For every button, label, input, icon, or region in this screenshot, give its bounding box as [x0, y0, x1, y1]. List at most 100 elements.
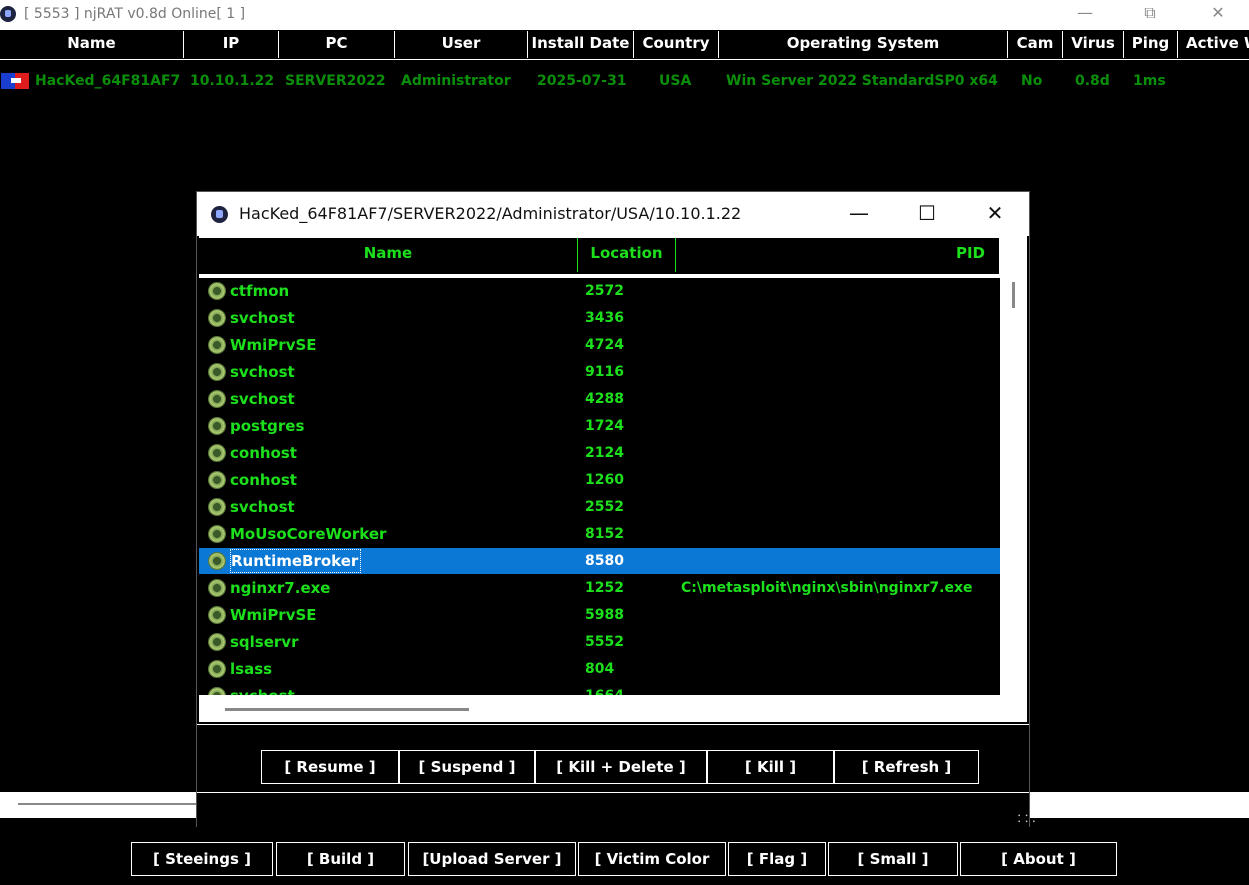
col-header-install-date[interactable]: Install Date [528, 31, 634, 58]
process-gear-icon [208, 633, 226, 651]
process-gear-icon [208, 471, 226, 489]
col-header-virus[interactable]: Virus [1063, 31, 1124, 58]
kill-button[interactable]: [ Kill ] [707, 750, 834, 784]
process-list-header: Name Location PID [199, 238, 999, 274]
client-user: Administrator [401, 73, 511, 89]
upload-server-button[interactable]: [Upload Server ] [408, 842, 576, 876]
main-titlebar: [ 5553 ] njRAT v0.8d Online[ 1 ] — ⧉ ✕ [0, 0, 1249, 30]
popup-minimize-button[interactable]: — [829, 198, 889, 230]
col-header-os[interactable]: Operating System [719, 31, 1008, 58]
process-gear-icon [208, 417, 226, 435]
process-actions-bar: [ Resume ] [ Suspend ] [ Kill + Delete ]… [197, 724, 1029, 791]
process-name: svchost [230, 683, 295, 695]
process-gear-icon [208, 687, 226, 695]
process-pid: 1252 [585, 580, 624, 596]
process-row[interactable]: MoUsoCoreWorker 8152 [199, 521, 1000, 547]
popup-maximize-button[interactable]: ☐ [897, 198, 957, 230]
process-pid: 1664 [585, 683, 624, 695]
resize-grip-icon[interactable]: ⠠⠠ ⠠⠠⠠ [1014, 810, 1036, 826]
process-row[interactable]: nginxr7.exe 1252 C:\metasploit\nginx\sbin\… [199, 575, 1000, 601]
process-list-vertical-scrollbar[interactable] [1000, 280, 1027, 695]
process-name: MoUsoCoreWorker [230, 525, 387, 543]
process-list[interactable]: ctfmon 2572 svchost 3436 WmiPrvSE 4724 svchost… [199, 278, 1000, 695]
process-name: WmiPrvSE [230, 606, 317, 624]
col-header-user[interactable]: User [395, 31, 528, 58]
col-header-active-window[interactable]: Active W [1178, 31, 1249, 58]
process-row[interactable]: postgres 1724 [199, 413, 1000, 439]
process-row[interactable]: ctfmon 2572 [199, 278, 1000, 304]
col-header-pc[interactable]: PC [279, 31, 395, 58]
process-row[interactable]: svchost 3436 [199, 305, 1000, 331]
process-pid: 2124 [585, 445, 624, 461]
process-pid: 5988 [585, 607, 624, 623]
client-country: USA [659, 73, 692, 89]
process-manager-window: HacKed_64F81AF7/SERVER2022/Administrator… [196, 191, 1036, 827]
process-row[interactable]: svchost 9116 [199, 359, 1000, 385]
process-row[interactable]: WmiPrvSE 5988 [199, 602, 1000, 628]
process-row[interactable]: WmiPrvSE 4724 [199, 332, 1000, 358]
process-row[interactable]: svchost 4288 [199, 386, 1000, 412]
small-button[interactable]: [ Small ] [828, 842, 958, 876]
process-gear-icon [208, 606, 226, 624]
process-row[interactable]: svchost 1664 [199, 683, 1000, 695]
horizontal-scrollbar-thumb[interactable] [225, 708, 469, 711]
client-row[interactable]: HacKed_64F81AF7 10.10.1.22 SERVER2022 Ad… [0, 70, 1249, 92]
kill-delete-button[interactable]: [ Kill + Delete ] [535, 750, 707, 784]
client-cam: No [1021, 73, 1043, 89]
process-pid: 804 [585, 661, 615, 677]
flag-button[interactable]: [ Flag ] [728, 842, 826, 876]
process-name: RuntimeBroker [230, 549, 362, 573]
col-header-ping[interactable]: Ping [1124, 31, 1178, 58]
process-pid: 4724 [585, 337, 624, 353]
process-pid: 1724 [585, 418, 624, 434]
process-row[interactable]: sqlservr 5552 [199, 629, 1000, 655]
clients-table-header: Name IP PC User Install Date Country Ope… [0, 31, 1249, 60]
window-title: [ 5553 ] njRAT v0.8d Online[ 1 ] [24, 6, 246, 22]
client-pc: SERVER2022 [285, 73, 386, 89]
process-gear-icon [208, 498, 226, 516]
process-name: WmiPrvSE [230, 336, 317, 354]
process-row[interactable]: lsass 804 [199, 656, 1000, 682]
process-row[interactable]: conhost 2124 [199, 440, 1000, 466]
col-header-location[interactable]: Location [578, 238, 676, 272]
build-button[interactable]: [ Build ] [276, 842, 405, 876]
process-pid: 1260 [585, 472, 624, 488]
refresh-button[interactable]: [ Refresh ] [834, 750, 979, 784]
close-button[interactable]: ✕ [1195, 0, 1241, 30]
process-gear-icon [208, 579, 226, 597]
bottom-toolbar: [ Steeings ] [ Build ] [Upload Server ] … [0, 818, 1249, 885]
minimize-button[interactable]: — [1062, 0, 1108, 30]
process-list-panel: Name Location PID ctfmon 2572 svchost 3436 W… [199, 236, 1027, 722]
client-ping: 1ms [1133, 73, 1166, 89]
settings-button[interactable]: [ Steeings ] [131, 842, 273, 876]
process-gear-icon [208, 660, 226, 678]
suspend-button[interactable]: [ Suspend ] [399, 750, 535, 784]
process-list-horizontal-scrollbar[interactable] [199, 695, 1027, 722]
process-row[interactable]: RuntimeBroker 8580 [199, 548, 1000, 574]
njrat-window-icon [211, 206, 228, 223]
col-header-process-name[interactable]: Name [199, 238, 578, 272]
process-gear-icon [208, 363, 226, 381]
popup-close-button[interactable]: ✕ [965, 198, 1025, 230]
process-row[interactable]: conhost 1260 [199, 467, 1000, 493]
process-name: svchost [230, 498, 295, 516]
process-row[interactable]: svchost 2552 [199, 494, 1000, 520]
resume-button[interactable]: [ Resume ] [261, 750, 399, 784]
process-pid: 2552 [585, 499, 624, 515]
about-button[interactable]: [ About ] [960, 842, 1117, 876]
victim-color-button[interactable]: [ Victim Color [578, 842, 726, 876]
col-header-name[interactable]: Name [0, 31, 184, 58]
col-header-cam[interactable]: Cam [1008, 31, 1063, 58]
njrat-app-icon [0, 6, 16, 22]
process-name: nginxr7.exe [230, 579, 331, 597]
col-header-ip[interactable]: IP [184, 31, 279, 58]
process-name: sqlservr [230, 633, 299, 651]
client-os: Win Server 2022 StandardSP0 x64 [726, 73, 998, 89]
col-header-country[interactable]: Country [634, 31, 719, 58]
vertical-scrollbar-thumb[interactable] [1012, 282, 1015, 308]
col-header-pid[interactable]: PID [676, 238, 999, 272]
main-scrollbar-thumb[interactable] [18, 803, 198, 805]
process-pid: 8152 [585, 526, 624, 542]
popup-title: HacKed_64F81AF7/SERVER2022/Administrator… [239, 204, 742, 223]
restore-button[interactable]: ⧉ [1127, 0, 1173, 30]
